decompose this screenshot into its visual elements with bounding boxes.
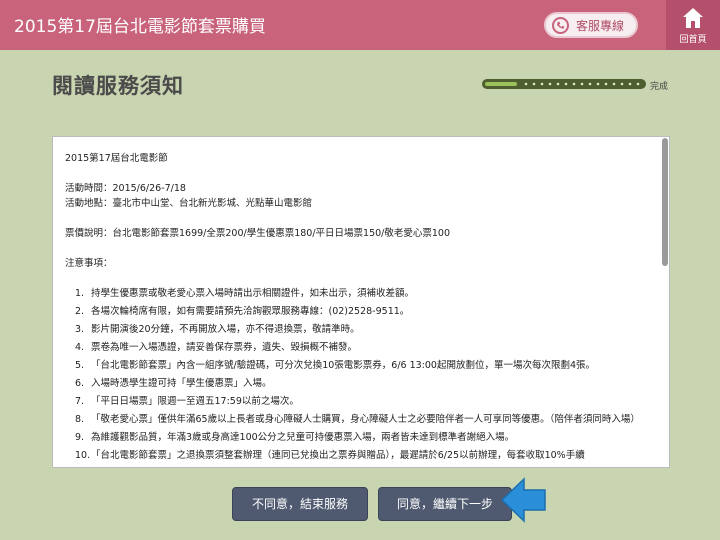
notice-item: 10. 「台北電影節套票」之退換票須整套辦理（連同已兌換出之票券與贈品），最遲請於… xyxy=(75,450,585,461)
home-icon xyxy=(683,8,703,28)
customer-service-button[interactable]: 客服專線 xyxy=(544,12,638,38)
notice-item: 5. 「台北電影節套票」內含一組序號/驗證碼，可分次兌換10張電影票券，6/6 1… xyxy=(75,360,596,371)
notice-item: 1. 持學生優惠票或敬老愛心票入場時請出示相關證件，如未出示，須補收差額。 xyxy=(75,288,415,299)
app-title: 2015第17屆台北電影節套票購買 xyxy=(14,17,266,37)
customer-service-label: 客服專線 xyxy=(576,19,625,33)
notice-item: 6. 入場時憑學生證可持「學生優惠票」入場。 xyxy=(75,378,272,389)
terms-notice-panel[interactable]: 2015第17屆台北電影節 活動時間：2015/6/26-7/18 活動地點：臺… xyxy=(52,136,670,468)
notice-period: 活動時間：2015/6/26-7/18 xyxy=(65,183,186,194)
home-button[interactable]: 回首頁 xyxy=(666,0,720,50)
notice-heading: 2015第17屆台北電影節 xyxy=(65,153,168,164)
notice-item: 8. 「敬老愛心票」僅供年滿65歲以上長者或身心障礙人士購買，身心障礙人士之必要陪… xyxy=(75,414,640,425)
agree-next-button[interactable]: 同意，繼續下一步 xyxy=(378,487,512,521)
notice-scrollbar[interactable] xyxy=(662,138,668,466)
scrollbar-thumb[interactable] xyxy=(662,138,668,266)
progress-fill xyxy=(485,82,517,86)
page-title: 閱讀服務須知 xyxy=(52,74,184,98)
top-bar: 2015第17屆台北電影節套票購買 客服專線 回首頁 xyxy=(0,0,720,50)
notice-item: 3. 影片開演後20分鐘，不再開放入場，亦不得退換票，敬請準時。 xyxy=(75,324,360,335)
phone-icon xyxy=(552,17,569,34)
home-label: 回首頁 xyxy=(679,35,707,45)
notice-items-list: 1. 持學生優惠票或敬老愛心票入場時請出示相關證件，如未出示，須補收差額。 2. 各… xyxy=(65,286,655,463)
progress-dots xyxy=(522,82,642,86)
progress-bar xyxy=(482,79,650,89)
notice-item: 2. 各場次輪椅席有限，如有需要請預先洽詢觀眾服務專線：(02)2528-9511… xyxy=(75,306,410,317)
notice-prices: 票價說明：台北電影節套票1699/全票200/學生優惠票180/平日日場票150… xyxy=(65,228,451,239)
disagree-button[interactable]: 不同意，結束服務 xyxy=(232,487,368,521)
notice-item: 9. 為維護觀影品質，年滿3歲或身高達100公分之兒童可持優惠票入場，兩者皆未達到… xyxy=(75,432,515,443)
notice-venue: 活動地點：臺北市中山堂、台北新光影城、光點華山電影館 xyxy=(65,198,313,209)
notice-item: 7. 「平日日場票」限週一至週五17:59以前之場次。 xyxy=(75,396,299,407)
arrow-left-icon xyxy=(500,477,546,523)
notice-item: 4. 票卷為唯一入場憑證，請妥善保存票券，遺失、毀損概不補發。 xyxy=(75,342,358,353)
progress-label: 完成 xyxy=(650,82,669,92)
notice-notes-title: 注意事項： xyxy=(65,258,113,269)
